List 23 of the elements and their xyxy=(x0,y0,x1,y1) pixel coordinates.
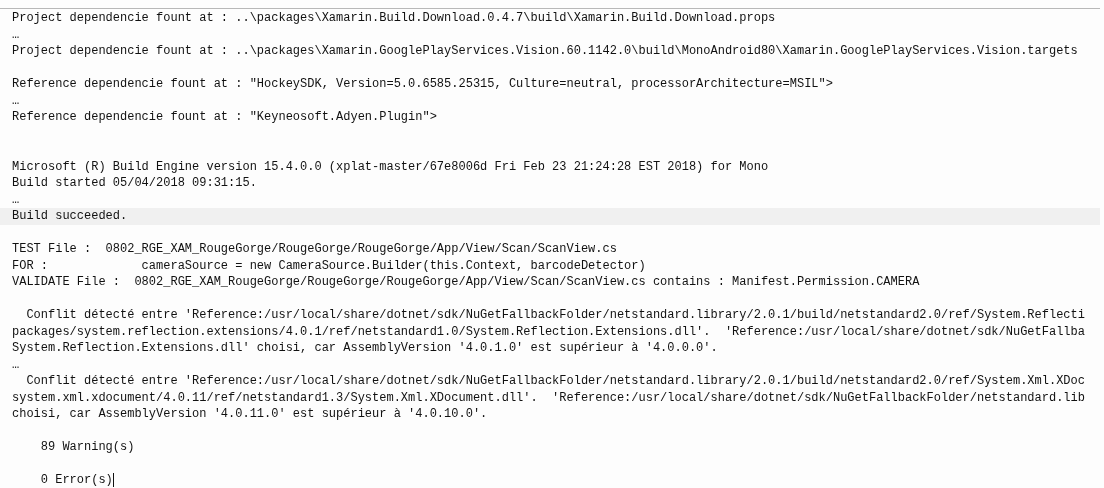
log-line: … xyxy=(12,356,20,373)
log-line: VALIDATE File : 0802_RGE_XAM_RougeGorge/RougeGorge/RougeGorge/App/View/Scan/ScanView.cs contains : Manifest.Permission.CAMERA xyxy=(12,274,920,291)
log-line: Build succeeded. xyxy=(12,208,128,225)
text-editor[interactable] xyxy=(0,8,1100,488)
log-line: Reference dependencie fount at : "HockeySDK, Version=5.0.6585.25315, Culture=neutral, processorArchitecture=MSIL"> xyxy=(12,76,833,93)
log-line: Conflit détecté entre 'Reference:/usr/local/share/dotnet/sdk/NuGetFallbackFolder/netstandard.library/2.0.1/build/netstandard2.0/ref/System.Reflecti xyxy=(25,307,1085,324)
log-line: packages/system.reflection.extensions/4.0.1/ref/netstandard1.0/System.Reflection.Extensions.dll'. 'Reference:/usr/local/share/dotnet/sdk/NuGetFallba xyxy=(12,323,1085,340)
log-line: Project dependencie fount at : ..\packages\Xamarin.GooglePlayServices.Vision.60.1142.0\build\MonoAndroid80\Xamarin.GooglePlayServices.Vision.targets xyxy=(12,43,1078,60)
log-line: Conflit détecté entre 'Reference:/usr/local/share/dotnet/sdk/NuGetFallbackFolder/netstandard.library/2.0.1/build/netstandard2.0/ref/System.Xml.XDoc xyxy=(25,373,1085,390)
log-line: 89 Warning(s) xyxy=(39,439,135,456)
log-line: choisi, car AssemblyVersion '4.0.11.0' est supérieur à '4.0.10.0'. xyxy=(12,406,488,423)
log-line: Microsoft (R) Build Engine version 15.4.0.0 (xplat-master/67e8006d Fri Feb 23 21:24:28 EST 2018) for Mono xyxy=(12,158,769,175)
log-line: 0 Error(s) xyxy=(39,472,113,488)
log-line: Build started 05/04/2018 09:31:15. xyxy=(12,175,257,192)
log-line: system.xml.xdocument/4.0.11/ref/netstandard1.3/System.Xml.XDocument.dll'. 'Reference:/usr/local/share/dotnet/sdk/NuGetFallbackFolder/netstandard.lib xyxy=(12,389,1085,406)
log-line: … xyxy=(12,26,20,43)
log-line: FOR : cameraSource = new CameraSource.Builder(this.Context, barcodeDetector) xyxy=(12,257,646,274)
log-line: … xyxy=(12,92,20,109)
log-line: Reference dependencie fount at : "Keyneosoft.Adyen.Plugin"> xyxy=(12,109,437,126)
log-line: TEST File : 0802_RGE_XAM_RougeGorge/RougeGorge/RougeGorge/App/View/Scan/ScanView.cs xyxy=(12,241,617,258)
log-line: Project dependencie fount at : ..\packages\Xamarin.Build.Download.0.4.7\build\Xamarin.Build.Download.props xyxy=(12,10,776,27)
log-line: System.Reflection.Extensions.dll' choisi, car AssemblyVersion '4.0.1.0' est supérieur à '4.0.0.0'. xyxy=(12,340,718,357)
log-line: … xyxy=(12,191,20,208)
